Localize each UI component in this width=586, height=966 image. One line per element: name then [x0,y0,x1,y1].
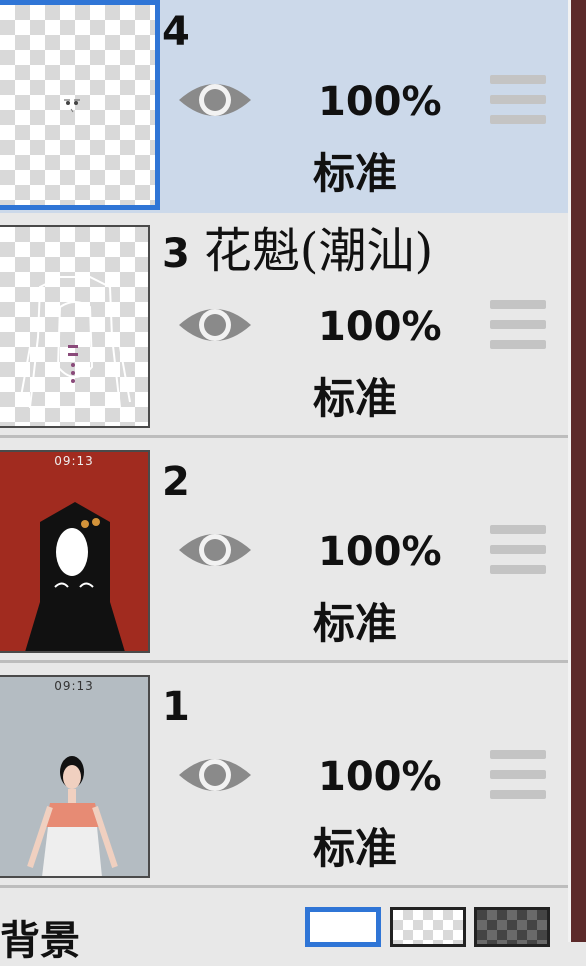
layer-thumbnail[interactable]: 09:13 [0,450,150,653]
visibility-toggle[interactable] [176,524,254,576]
character-image [25,502,125,651]
face-sketch-image [64,99,80,113]
eye-icon [179,534,251,566]
eye-icon [179,759,251,791]
lineart-image [19,276,131,408]
eye-icon [179,309,251,341]
background-label: 背景 [0,918,80,964]
thumbnail-time: 09:13 [54,454,94,468]
drag-handle-icon[interactable] [490,300,546,352]
opacity-value[interactable]: 100% [318,74,442,130]
background-transparent-dark-option[interactable] [474,907,550,947]
background-white-option[interactable] [305,907,381,947]
background-transparent-light-option[interactable] [390,907,466,947]
layer-name: 花魁(潮汕) [203,223,434,279]
layer-number: 2 [162,459,190,505]
layer-thumbnail[interactable] [0,225,150,428]
layer-row-2[interactable]: 09:13 2 100% 标准 [0,438,568,663]
drag-handle-icon[interactable] [490,75,546,127]
background-row: 背景 [0,890,568,964]
thumbnail-time: 09:13 [54,679,94,693]
opacity-value[interactable]: 100% [318,299,442,355]
character-image [27,756,118,876]
blend-mode[interactable]: 标准 [313,596,397,652]
layer-thumbnail[interactable] [0,0,160,210]
blend-mode[interactable]: 标准 [313,821,397,877]
opacity-value[interactable]: 100% [318,749,442,805]
visibility-toggle[interactable] [176,299,254,351]
layer-number: 3 [162,231,190,277]
blend-mode[interactable]: 标准 [313,371,397,427]
blend-mode[interactable]: 标准 [313,146,397,202]
layer-number: 4 [162,9,190,55]
drag-handle-icon[interactable] [490,750,546,802]
layer-row-3[interactable]: 3 花魁(潮汕) 100% 标准 [0,213,568,438]
visibility-toggle[interactable] [176,749,254,801]
layer-row-4[interactable]: 4 100% 标准 [0,0,568,225]
layer-row-1[interactable]: 09:13 1 100% 标准 [0,663,568,888]
opacity-value[interactable]: 100% [318,524,442,580]
visibility-toggle[interactable] [176,74,254,126]
layer-number: 1 [162,684,190,730]
eye-icon [179,84,251,116]
panel-right-edge [568,0,586,942]
layer-thumbnail[interactable]: 09:13 [0,675,150,878]
drag-handle-icon[interactable] [490,525,546,577]
layer-title: 3 花魁(潮汕) [162,223,433,282]
